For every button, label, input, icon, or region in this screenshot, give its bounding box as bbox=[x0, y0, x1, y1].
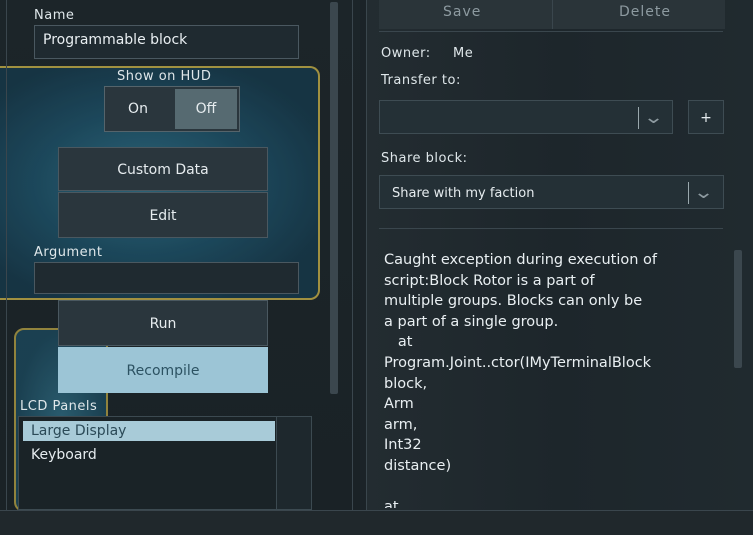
left-edge-line bbox=[6, 0, 7, 510]
add-button[interactable]: + bbox=[688, 100, 724, 134]
name-input[interactable]: Programmable block bbox=[34, 25, 299, 59]
lcd-item-large-display: Large Display bbox=[31, 423, 127, 439]
show-on-hud-toggle[interactable]: On Off bbox=[104, 86, 240, 132]
hud-off-option[interactable]: Off bbox=[175, 89, 237, 129]
lcd-panels-label: LCD Panels bbox=[20, 399, 98, 414]
divider bbox=[379, 31, 723, 32]
top-action-bar: Save Delete bbox=[379, 0, 725, 29]
bottom-bar bbox=[0, 510, 753, 535]
argument-input[interactable] bbox=[34, 262, 299, 294]
chevron-down-icon: ⌄ bbox=[692, 182, 715, 203]
share-block-value: Share with my faction bbox=[392, 186, 535, 201]
dropdown-separator bbox=[638, 107, 639, 129]
delete-button[interactable]: Delete bbox=[619, 4, 671, 20]
list-item-selected[interactable]: Large Display bbox=[23, 421, 275, 441]
hud-on-option[interactable]: On bbox=[107, 89, 169, 129]
left-scrollbar[interactable] bbox=[330, 2, 338, 394]
dropdown-separator bbox=[688, 182, 689, 204]
argument-label: Argument bbox=[34, 245, 103, 260]
share-block-label: Share block: bbox=[381, 151, 468, 166]
custom-data-button[interactable]: Custom Data bbox=[58, 147, 268, 191]
lcd-item-keyboard[interactable]: Keyboard bbox=[31, 447, 97, 463]
show-on-hud-label: Show on HUD bbox=[117, 69, 212, 84]
lcd-list-scroll-area bbox=[276, 416, 312, 510]
transfer-to-label: Transfer to: bbox=[381, 73, 461, 88]
save-button[interactable]: Save bbox=[443, 4, 481, 20]
top-bar-divider bbox=[552, 0, 553, 29]
transfer-to-dropdown[interactable]: ⌄ bbox=[379, 100, 673, 134]
name-label: Name bbox=[34, 8, 75, 23]
divider bbox=[379, 228, 723, 229]
chevron-down-icon: ⌄ bbox=[642, 107, 665, 128]
output-scrollbar[interactable] bbox=[734, 250, 742, 368]
share-block-dropdown[interactable]: Share with my faction ⌄ bbox=[379, 175, 724, 209]
owner-value: Me bbox=[453, 46, 474, 61]
script-output-text: Caught exception during execution of scr… bbox=[384, 252, 657, 508]
panel-divider bbox=[352, 0, 353, 510]
lcd-panels-list[interactable]: Large Display Keyboard bbox=[18, 416, 278, 510]
run-button[interactable]: Run bbox=[58, 300, 268, 346]
edit-button[interactable]: Edit bbox=[58, 192, 268, 238]
recompile-button[interactable]: Recompile bbox=[58, 347, 268, 393]
name-input-value: Programmable block bbox=[43, 32, 188, 48]
owner-label: Owner: bbox=[381, 46, 431, 61]
